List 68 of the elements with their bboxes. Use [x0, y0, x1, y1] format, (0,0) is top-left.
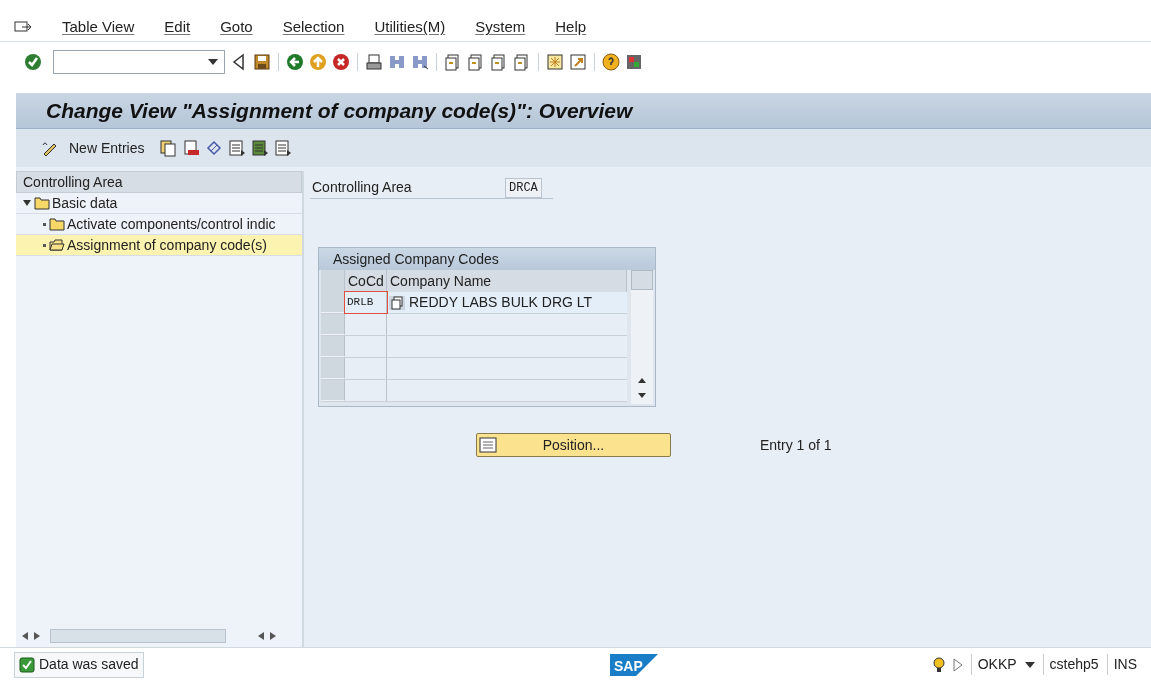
check-icon[interactable]: [24, 53, 42, 71]
open-folder-icon: [49, 237, 66, 253]
scroll-down-icon[interactable]: [638, 393, 646, 398]
table-title: Assigned Company Codes: [319, 248, 655, 270]
deselect-all-icon[interactable]: [274, 139, 293, 157]
table-cell-text: REDDY LABS BULK DRG LT: [409, 293, 593, 312]
tree-item[interactable]: Activate components/control indic: [67, 214, 278, 234]
server-name: cstehp5: [1042, 654, 1099, 675]
find-icon[interactable]: [388, 53, 406, 71]
command-field[interactable]: [53, 50, 225, 74]
scroll-right-icon[interactable]: [34, 632, 40, 640]
select-all-icon[interactable]: [228, 139, 247, 157]
table-cell: DRLB: [345, 292, 387, 313]
status-message[interactable]: Data was saved: [14, 651, 144, 678]
find-next-icon[interactable]: [411, 53, 429, 71]
new-session-icon[interactable]: [546, 53, 564, 71]
triangle-icon[interactable]: [952, 657, 963, 672]
expand-caret-icon[interactable]: [23, 200, 31, 206]
tree-bullet-icon: [43, 222, 46, 226]
horizontal-scrollbar[interactable]: [50, 629, 226, 643]
menu-item[interactable]: Utilities(M): [374, 16, 446, 39]
scroll-right-icon[interactable]: [270, 632, 276, 640]
previous-page-icon[interactable]: [467, 53, 485, 71]
select-block-icon[interactable]: [251, 139, 270, 157]
value-help-icon[interactable]: [389, 295, 405, 310]
copy-icon[interactable]: [159, 139, 178, 157]
undo-icon[interactable]: [205, 139, 224, 157]
layout-menu-icon[interactable]: [625, 53, 643, 71]
menu-item[interactable]: Selection: [282, 16, 345, 39]
help-icon[interactable]: [602, 53, 620, 71]
dropdown-caret-icon[interactable]: [1024, 661, 1035, 668]
controlling-area-field[interactable]: DRCA: [505, 177, 542, 198]
folder-icon: [34, 195, 51, 211]
menu-icon[interactable]: [14, 20, 32, 35]
new-entries-button[interactable]: New Entries: [65, 137, 149, 159]
next-page-icon[interactable]: [490, 53, 508, 71]
success-check-icon: [19, 656, 35, 673]
scroll-left-icon[interactable]: [258, 632, 264, 640]
menu-item[interactable]: Edit: [164, 16, 191, 39]
insert-mode[interactable]: INS: [1106, 654, 1137, 675]
scroll-left-icon[interactable]: [22, 632, 28, 640]
back-arrow-icon[interactable]: [286, 53, 304, 71]
menu-item[interactable]: Table View: [62, 16, 135, 39]
cancel-icon[interactable]: [332, 53, 350, 71]
shortcut-icon[interactable]: [569, 53, 587, 71]
delete-icon[interactable]: [182, 139, 201, 157]
menu-item[interactable]: Help: [555, 16, 587, 39]
menu-item[interactable]: System: [475, 16, 526, 39]
first-page-icon[interactable]: [444, 53, 462, 71]
scroll-up-icon[interactable]: [638, 378, 646, 383]
tree-header: Controlling Area: [16, 171, 302, 193]
scrollbar-thumb[interactable]: [631, 270, 653, 290]
tree-bullet-icon: [43, 243, 46, 247]
sap-logo: SAP: [610, 654, 658, 676]
menu-item[interactable]: Goto: [220, 16, 253, 39]
transaction-code[interactable]: OKKP: [970, 654, 1017, 675]
screen-title: Change View "Assignment of company code(s)": Overview: [46, 97, 633, 124]
dropdown-caret-icon[interactable]: [208, 59, 218, 65]
last-page-icon[interactable]: [513, 53, 531, 71]
print-icon[interactable]: [365, 53, 383, 71]
position-icon: [479, 437, 497, 453]
tree-item[interactable]: Basic data: [52, 193, 120, 213]
entry-count: Entry 1 of 1: [760, 435, 832, 455]
field-label: Controlling Area: [311, 178, 413, 197]
save-icon[interactable]: [253, 53, 271, 71]
lightbulb-icon[interactable]: [932, 656, 945, 673]
folder-icon: [49, 216, 66, 232]
position-button[interactable]: Position...: [476, 433, 671, 457]
